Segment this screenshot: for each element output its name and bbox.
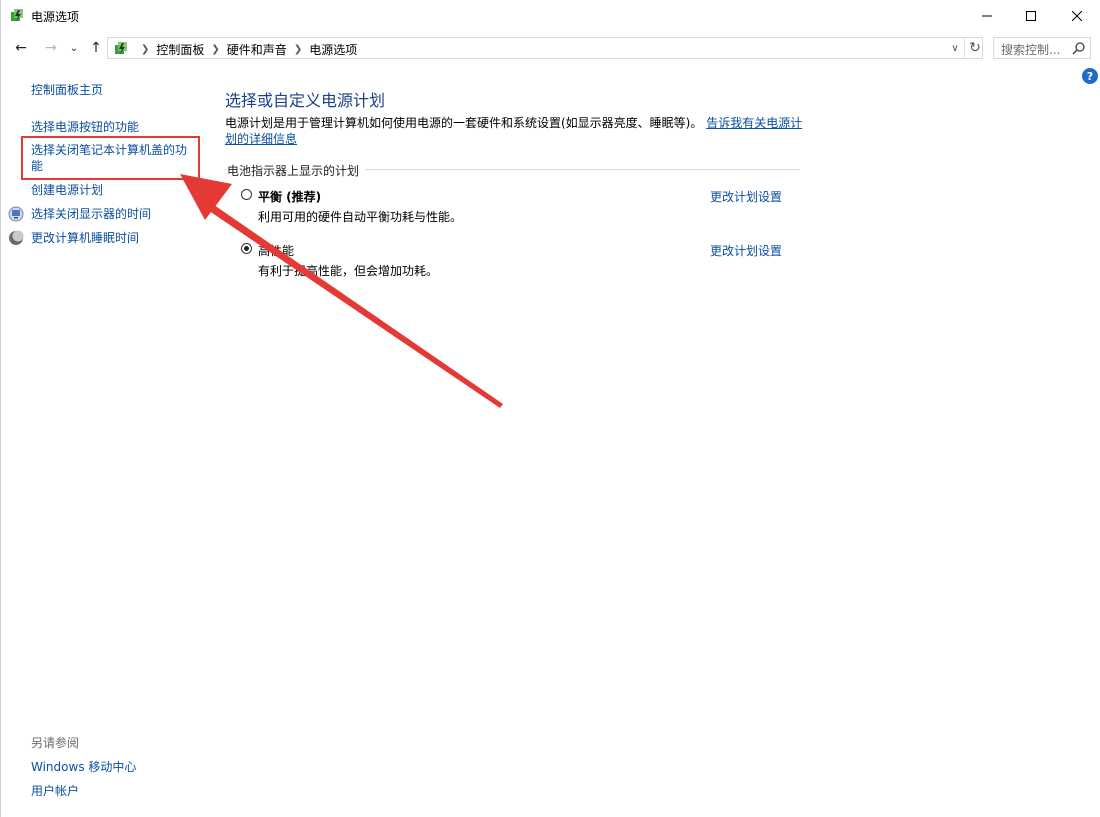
- power-options-icon: [11, 9, 23, 21]
- refresh-button[interactable]: ↻: [964, 38, 985, 58]
- group-heading: 电池指示器上显示的计划: [227, 162, 366, 179]
- refresh-icon: ↻: [969, 40, 981, 56]
- breadcrumb-power-options[interactable]: 电源选项: [309, 41, 357, 58]
- power-options-window: 电源选项 ← → ⌄ ↑ ❯ 控制面板 ❯ 硬件和声音 ❯ 电源选项 ∨ ↻ 搜…: [0, 0, 1100, 817]
- title-bar: 电源选项: [1, 0, 1100, 31]
- left-task-pane: 控制面板主页 选择电源按钮的功能 选择关闭笔记本计算机盖的功能 创建电源计划 选…: [1, 64, 211, 817]
- sidebar-item-sleep-time[interactable]: 更改计算机睡眠时间: [31, 229, 139, 246]
- sidebar-item-power-button[interactable]: 选择电源按钮的功能: [31, 118, 139, 135]
- sidebar-item-control-panel-home[interactable]: 控制面板主页: [31, 81, 103, 98]
- address-dropdown-button[interactable]: ∨: [948, 40, 962, 56]
- chevron-right-icon: ❯: [211, 44, 220, 55]
- sidebar-item-create-plan[interactable]: 创建电源计划: [31, 181, 103, 198]
- breadcrumb-control-panel[interactable]: 控制面板: [156, 41, 204, 58]
- close-button[interactable]: [1054, 0, 1100, 31]
- main-content: 选择或自定义电源计划 电源计划是用于管理计算机如何使用电源的一套硬件和系统设置(…: [211, 64, 1100, 817]
- maximize-button[interactable]: [1008, 0, 1054, 31]
- chevron-right-icon: ❯: [293, 44, 303, 55]
- plan-description: 利用可用的硬件自动平衡功耗与性能。: [258, 210, 463, 224]
- chevron-down-icon: ⌄: [69, 42, 79, 54]
- window-title: 电源选项: [31, 10, 80, 24]
- plan-name[interactable]: 平衡 (推荐): [258, 188, 321, 205]
- forward-arrow-icon: →: [45, 40, 57, 56]
- see-also-heading: 另请参阅: [31, 736, 80, 750]
- up-arrow-icon: ↑: [90, 40, 102, 56]
- recent-locations-button[interactable]: ⌄: [67, 38, 81, 58]
- display-icon: [8, 206, 24, 222]
- search-input[interactable]: 搜索控制...: [993, 37, 1091, 59]
- minimize-button[interactable]: [964, 0, 1010, 31]
- chevron-down-icon: ∨: [951, 42, 959, 54]
- sidebar-link-mobility-center[interactable]: Windows 移动中心: [31, 758, 136, 775]
- sleep-moon-icon: [9, 230, 24, 245]
- navigation-bar: ← → ⌄ ↑ ❯ 控制面板 ❯ 硬件和声音 ❯ 电源选项 ∨ ↻ 搜索控制..…: [1, 32, 1100, 64]
- close-icon: [1072, 10, 1082, 21]
- control-panel-icon: [115, 42, 127, 54]
- page-description: 电源计划是用于管理计算机如何使用电源的一套硬件和系统设置(如显示器亮度、睡眠等)…: [225, 115, 805, 147]
- change-plan-settings-link[interactable]: 更改计划设置: [710, 242, 782, 259]
- search-placeholder: 搜索控制...: [1001, 43, 1061, 57]
- plan-radio-balanced[interactable]: [241, 189, 252, 200]
- plan-description: 有利于提高性能，但会增加功耗。: [258, 264, 439, 278]
- highlight-box: [21, 136, 200, 180]
- address-bar[interactable]: ❯ 控制面板 ❯ 硬件和声音 ❯ 电源选项 ∨ ↻: [107, 37, 983, 59]
- change-plan-settings-link[interactable]: 更改计划设置: [710, 188, 782, 205]
- description-text: 电源计划是用于管理计算机如何使用电源的一套硬件和系统设置(如显示器亮度、睡眠等)…: [225, 116, 703, 130]
- breadcrumb: ❯ 控制面板 ❯ 硬件和声音 ❯ 电源选项: [134, 41, 357, 58]
- plan-radio-high-performance[interactable]: [241, 243, 252, 254]
- forward-button[interactable]: →: [41, 38, 61, 58]
- sidebar-link-user-accounts[interactable]: 用户帐户: [31, 782, 79, 799]
- chevron-right-icon: ❯: [141, 44, 150, 55]
- up-button[interactable]: ↑: [87, 38, 105, 58]
- minimize-icon: [982, 15, 992, 16]
- maximize-icon: [1026, 10, 1036, 21]
- search-icon: [1072, 42, 1085, 55]
- page-title: 选择或自定义电源计划: [225, 91, 386, 110]
- breadcrumb-hardware-sound[interactable]: 硬件和声音: [227, 41, 287, 58]
- sidebar-item-display-off[interactable]: 选择关闭显示器的时间: [31, 205, 151, 222]
- back-arrow-icon: ←: [15, 40, 27, 56]
- back-button[interactable]: ←: [11, 38, 31, 58]
- plan-name[interactable]: 高性能: [258, 242, 294, 259]
